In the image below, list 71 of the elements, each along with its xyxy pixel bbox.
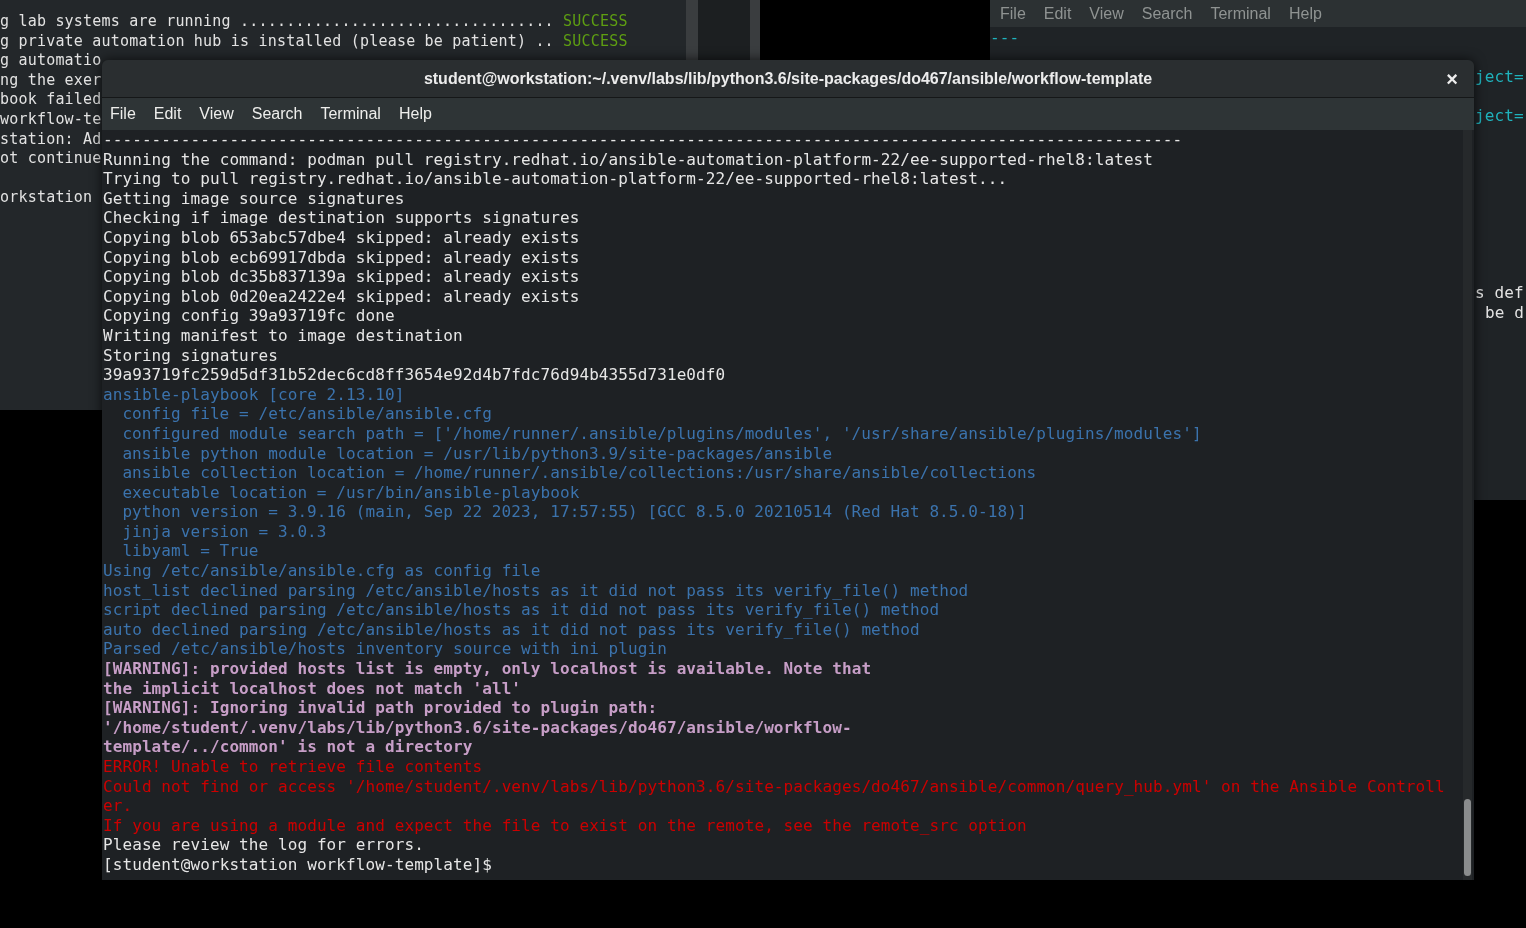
terminal-line: station: Ad xyxy=(0,129,102,150)
menu-item[interactable]: Terminal xyxy=(1210,1,1271,26)
terminal-line: Writing manifest to image destination xyxy=(103,325,463,345)
menu-item[interactable]: Edit xyxy=(153,102,182,126)
terminal-line: template/../common' is not a directory xyxy=(103,737,473,757)
menu-item[interactable]: File xyxy=(110,102,136,126)
terminal-line: python version = 3.9.16 (main, Sep 22 2023, 17:57:55) [GCC 8.5.0 20210514 (Red Hat 8.5.0-18)] xyxy=(122,502,1027,522)
terminal-line: g private automation hub is installed (please be patient) .. xyxy=(0,31,555,52)
terminal-line: --- xyxy=(990,28,1020,47)
terminal-line: [WARNING]: provided hosts list is empty, only localhost is available. Note that xyxy=(103,659,872,679)
terminal-line: 39a93719fc259d5df31b52dec6cd8ff3654e92d4b7fdc76d94b4355d731e0df0 xyxy=(103,365,726,385)
terminal-line: host_list declined parsing /etc/ansible/hosts as it did not pass its verify_file() method xyxy=(103,580,969,600)
terminal-line: script declined parsing /etc/ansible/hosts as it did not pass its verify_file() method xyxy=(103,600,940,620)
terminal-line: [WARNING]: Ignoring invalid path provided to plugin path: xyxy=(103,698,658,718)
menu-item[interactable]: File xyxy=(1000,1,1026,26)
terminal-line: '/home/student/.venv/labs/lib/python3.6/site-packages/do467/ansible/workflow- xyxy=(103,717,852,737)
terminal-line: ansible-playbook [core 2.13.10] xyxy=(103,384,405,404)
terminal-line: workflow-te xyxy=(0,109,102,130)
terminal-line: the implicit localhost does not match 'all' xyxy=(103,678,522,698)
scrollbar xyxy=(750,0,760,60)
terminal-line: ng the exer xyxy=(0,70,102,91)
menu-item[interactable]: Search xyxy=(251,102,303,126)
terminal-line: configured module search path = ['/home/runner/.ansible/plugins/modules', '/usr/share/ansible/plugins/modules'] xyxy=(122,423,1202,443)
terminal-line: auto declined parsing /etc/ansible/hosts as it did not pass its verify_file() method xyxy=(103,619,920,639)
terminal-line: ansible collection location = /home/runner/.ansible/collections:/usr/share/ansible/collections xyxy=(122,463,1037,483)
menu-item[interactable]: View xyxy=(1089,1,1124,26)
terminal-line: ot continue xyxy=(0,149,102,169)
terminal-line: g automatio xyxy=(0,51,102,71)
status-text: SUCCESS xyxy=(563,12,628,32)
terminal-line: Please review the log for errors. xyxy=(103,835,424,855)
terminal-line: Storing signatures xyxy=(103,345,278,365)
terminal-line: Checking if image destination supports signatures xyxy=(103,208,580,228)
terminal-line: s def xyxy=(1475,283,1524,303)
terminal-line: Getting image source signatures xyxy=(103,188,405,208)
terminal-line: orkstation xyxy=(0,188,93,208)
terminal-line: Copying blob 653abc57dbe4 skipped: already exists xyxy=(103,227,580,247)
terminal-line: Copying blob ecb69917dbda skipped: already exists xyxy=(103,247,580,267)
terminal-line: jinja version = 3.0.3 xyxy=(122,521,327,541)
terminal-line: If you are using a module and expect the file to exist on the remote, see the remote_src option xyxy=(103,815,1027,835)
window-title: student@workstation:~/.venv/labs/lib/python3.6/site-packages/do467/ansible/workflow-template xyxy=(423,68,1153,89)
terminal-line: executable location = /usr/bin/ansible-playbook xyxy=(122,482,580,502)
terminal-line: be d xyxy=(1485,303,1524,323)
terminal-line: Running the command: podman pull registry.redhat.io/ansible-automation-platform-22/ee-supported-rhel8:latest xyxy=(103,149,1154,169)
terminal-line: g lab systems are running .................................. xyxy=(0,12,555,32)
terminal-line: Copying blob dc35b837139a skipped: already exists xyxy=(103,267,580,287)
close-button[interactable]: × xyxy=(1442,68,1462,90)
terminal-line: ject= xyxy=(1475,67,1524,87)
terminal-line: ansible python module location = /usr/lib/python3.9/site-packages/ansible xyxy=(122,443,833,463)
menu-item[interactable]: Help xyxy=(1288,1,1322,26)
terminal-line: er. xyxy=(103,796,133,816)
terminal-line: config file = /etc/ansible/ansible.cfg xyxy=(122,404,492,424)
menu-item[interactable]: Help xyxy=(398,102,432,126)
terminal-line: Parsed /etc/ansible/hosts inventory source with ini plugin xyxy=(103,639,667,659)
terminal-line: Could not find or access '/home/student/.venv/labs/lib/python3.6/site-packages/do467/ansible/common/query_hub.yml' on the Ansible Controll xyxy=(103,776,1445,796)
terminal-line: libyaml = True xyxy=(122,541,259,561)
menu-item[interactable]: Terminal xyxy=(320,102,381,126)
status-text: SUCCESS xyxy=(563,31,628,52)
terminal-line: Trying to pull registry.redhat.io/ansible-automation-platform-22/ee-supported-rhel8:latest... xyxy=(103,169,1008,189)
terminal-line: ject= xyxy=(1475,106,1524,126)
menu-item[interactable]: View xyxy=(199,102,234,126)
menu-item[interactable]: Edit xyxy=(1043,1,1072,26)
scrollbar xyxy=(686,0,698,60)
menu-item[interactable]: Search xyxy=(1141,1,1193,26)
terminal-line: --------------------------------------------------------------------------------------------------------------- xyxy=(103,130,1183,149)
terminal-line: ERROR! Unable to retrieve file contents xyxy=(103,757,483,776)
terminal-line: Copying config 39a93719fc done xyxy=(103,306,395,326)
terminal-line: Copying blob 0d20ea2422e4 skipped: already exists xyxy=(103,286,580,306)
scrollbar-thumb[interactable] xyxy=(1464,799,1471,876)
terminal-line: Using /etc/ansible/ansible.cfg as config file xyxy=(103,561,541,581)
terminal-line: book failed xyxy=(0,90,102,110)
terminal-line: [student@workstation workflow-template]$ xyxy=(103,854,492,874)
